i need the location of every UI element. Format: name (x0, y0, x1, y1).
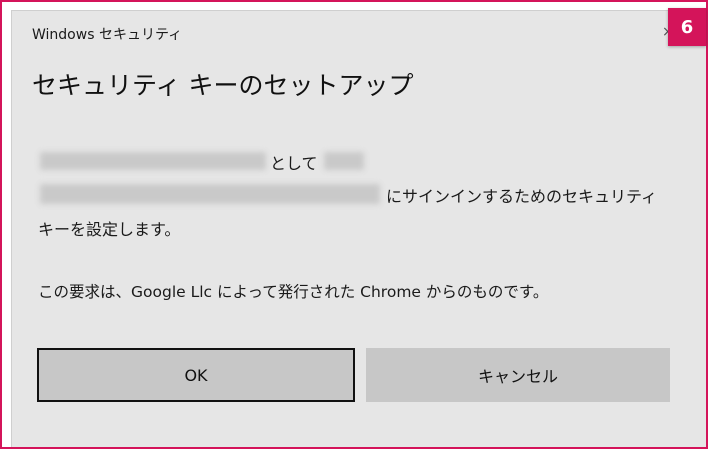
dialog-title: セキュリティ キーのセットアップ (32, 71, 414, 100)
redacted-account-name (40, 152, 266, 170)
cancel-button[interactable]: キャンセル (366, 348, 670, 402)
request-source-text: この要求は、Google Llc によって発行された Chrome からのもので… (38, 283, 549, 301)
redacted-account-extra (324, 152, 364, 170)
screenshot-frame: Windows セキュリティ × セキュリティ キーのセットアップ として にサ… (0, 0, 708, 449)
step-number-badge: 6 (668, 8, 706, 46)
dialog-app-name: Windows セキュリティ (32, 27, 183, 43)
message-line3: キーを設定します。 (38, 220, 181, 239)
message-line2-suffix: にサインインするためのセキュリティ (386, 187, 658, 206)
redacted-site-name (40, 184, 380, 204)
message-line1-suffix: として (270, 154, 318, 173)
ok-button[interactable]: OK (37, 348, 355, 402)
